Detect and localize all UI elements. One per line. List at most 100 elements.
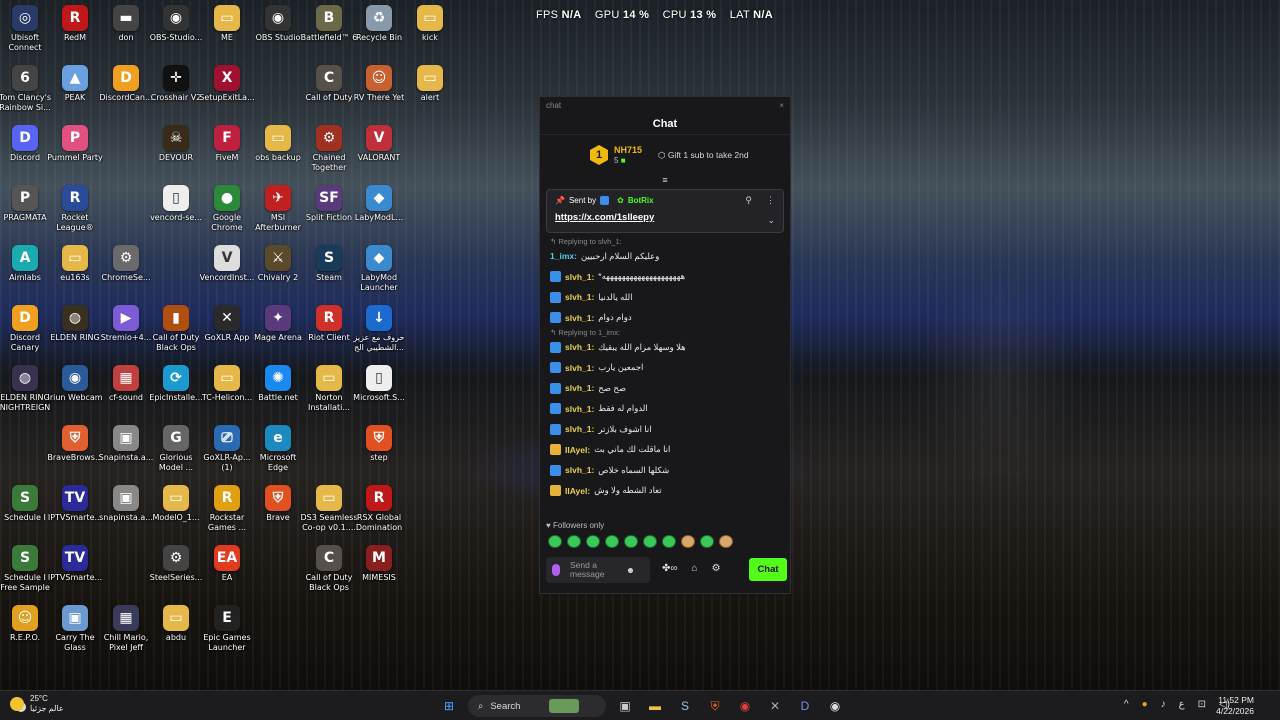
desktop-icon[interactable]: ◉ Iriun Webcam: [46, 365, 104, 425]
chat-username[interactable]: slvh_1:: [565, 292, 594, 302]
pinned-link[interactable]: https://x.com/1slleepy: [555, 212, 775, 223]
desktop-icon[interactable]: ▲ PEAK: [46, 65, 104, 125]
desktop-icon[interactable]: V VALORANT: [350, 125, 408, 185]
taskbar-search[interactable]: ⌕ Search: [468, 695, 606, 717]
chat-username[interactable]: slvh_1:: [565, 313, 594, 323]
file-explorer-icon[interactable]: ▬: [644, 695, 666, 717]
chat-username[interactable]: slvh_1:: [565, 383, 594, 393]
gift-leaderboard[interactable]: 1 NH715 5 ■ ⬡ Gift 1 sub to take 2nd: [540, 135, 790, 175]
chat-message[interactable]: 1_imx: وعليكم السلام ارحبيين: [550, 246, 780, 267]
settings-icon[interactable]: ⚙: [712, 563, 721, 574]
emote-icon[interactable]: [662, 535, 676, 548]
desktop-icon[interactable]: ▯ Microsoft.S...: [350, 365, 408, 425]
emote-icon[interactable]: [681, 535, 695, 548]
emote-icon[interactable]: [605, 535, 619, 548]
desktop-icon[interactable]: ↓ حروف مع عزيز الشطيبي الج...: [350, 305, 408, 365]
emote-icon[interactable]: [643, 535, 657, 548]
goxlr-taskbar-icon[interactable]: ✕: [764, 695, 786, 717]
filter-icon[interactable]: ≡: [540, 175, 790, 187]
desktop-icon[interactable]: R RedM: [46, 5, 104, 65]
chevron-down-icon[interactable]: ⌄: [767, 215, 775, 226]
chat-input[interactable]: Send a message ☻: [546, 557, 650, 583]
desktop-icon[interactable]: P Pummel Party: [46, 125, 104, 185]
desktop-icon[interactable]: V VencordInst...: [198, 245, 256, 305]
desktop-icon[interactable]: ◍ ELDEN RING: [46, 305, 104, 365]
chat-message[interactable]: slvh_1: اجمعين يارب: [550, 358, 780, 379]
desktop-icon[interactable]: ⚔ Chivalry 2: [249, 245, 307, 305]
chat-username[interactable]: slvh_1:: [565, 342, 594, 352]
chat-message[interactable]: slvh_1: شكلها السماه خلاص: [550, 460, 780, 481]
desktop-icon[interactable]: ⛨ BraveBrows...: [46, 425, 104, 485]
desktop-icon[interactable]: ◉ OBS Studio: [249, 5, 307, 65]
desktop-icon[interactable]: M MIMESIS: [350, 545, 408, 605]
obs-taskbar-icon[interactable]: ◉: [824, 695, 846, 717]
microphone-icon[interactable]: [552, 564, 560, 576]
desktop-icon[interactable]: ✦ Mage Arena: [249, 305, 307, 365]
send-chat-button[interactable]: Chat: [749, 558, 787, 581]
desktop-icon[interactable]: ▭ abdu: [147, 605, 205, 665]
desktop-icon[interactable]: ✛ Crosshair V2: [147, 65, 205, 125]
chat-username[interactable]: IIAyel:: [565, 486, 590, 496]
chat-username[interactable]: slvh_1:: [565, 404, 594, 414]
close-button[interactable]: ×: [779, 101, 784, 110]
desktop-icon[interactable]: TV IPTVSmarte...: [46, 545, 104, 605]
desktop-icon[interactable]: ✕ GoXLR App: [198, 305, 256, 365]
chat-username[interactable]: slvh_1:: [565, 363, 594, 373]
desktop-icon[interactable]: ⛨ step: [350, 425, 408, 485]
desktop-icon[interactable]: ⚙ ChromeSe...: [97, 245, 155, 305]
desktop-icon[interactable]: ▭ obs backup: [249, 125, 307, 185]
desktop-icon[interactable]: ▯ vencord-se...: [147, 185, 205, 245]
desktop-icon[interactable]: ◆ LabyModL...: [350, 185, 408, 245]
chat-message[interactable]: IIAyel: تعاد الشطه ولا وش: [550, 481, 780, 502]
chat-message[interactable]: slvh_1: دوام دوام: [550, 308, 780, 329]
chat-username[interactable]: slvh_1:: [565, 424, 594, 434]
reply-context[interactable]: ↰ Replying to slvh_1:: [550, 237, 780, 246]
desktop-icon[interactable]: F FiveM: [198, 125, 256, 185]
emote-icon[interactable]: [548, 535, 562, 548]
desktop-icon[interactable]: EA EA: [198, 545, 256, 605]
gift-prompt[interactable]: ⬡ Gift 1 sub to take 2nd: [658, 150, 749, 161]
desktop-icon[interactable]: E Epic Games Launcher: [198, 605, 256, 665]
chrome-taskbar-icon[interactable]: ◉: [734, 695, 756, 717]
desktop-icon[interactable]: G Glorious Model ...: [147, 425, 205, 485]
emote-icon[interactable]: [719, 535, 733, 548]
unpin-icon[interactable]: ⚲: [745, 195, 752, 206]
weather-widget[interactable]: 25°C عالم جزئيا: [10, 694, 64, 714]
desktop-icon[interactable]: ⟳ EpicInstalle...: [147, 365, 205, 425]
emoji-icon[interactable]: ☻: [626, 565, 635, 575]
chat-message[interactable]: slvh_1: انا اشوف بلازتر: [550, 419, 780, 440]
desktop-icon[interactable]: R Rocket League®: [46, 185, 104, 245]
tray-chevron-icon[interactable]: ^: [1124, 699, 1129, 710]
clock[interactable]: 11:52 PM 4/22/2026: [1216, 695, 1254, 717]
task-view-icon[interactable]: ▣: [614, 695, 636, 717]
brave-taskbar-icon[interactable]: ⛨: [704, 695, 726, 717]
desktop-icon[interactable]: ◉ OBS-Studio...: [147, 5, 205, 65]
desktop-icon[interactable]: ⚙ SteelSeries...: [147, 545, 205, 605]
emote-picker-icon[interactable]: ✤∞: [662, 563, 678, 574]
chat-username[interactable]: slvh_1:: [565, 272, 594, 282]
tray-app-icon[interactable]: ●: [1142, 699, 1148, 710]
chat-message[interactable]: slvh_1: *ههههههههههههههههههههه: [550, 267, 780, 288]
reply-context[interactable]: ↰ Replying to 1_imx:: [550, 328, 780, 337]
emote-icon[interactable]: [624, 535, 638, 548]
emote-icon[interactable]: [567, 535, 581, 548]
pinned-message[interactable]: 📌 Sent by ✿ BotRix https://x.com/1slleep…: [546, 189, 784, 233]
tray-mic-icon[interactable]: ♪: [1161, 699, 1166, 710]
store-icon[interactable]: ⌂: [692, 563, 698, 574]
desktop-icon[interactable]: ▭ alert: [401, 65, 459, 125]
desktop-icon[interactable]: ✈ MSI Afterburner: [249, 185, 307, 245]
chat-message[interactable]: slvh_1: صح صح: [550, 378, 780, 399]
desktop-icon[interactable]: R RSX Global Domination: [350, 485, 408, 545]
desktop-icon[interactable]: ☠ DEVOUR: [147, 125, 205, 185]
desktop-icon[interactable]: R Rockstar Games ...: [198, 485, 256, 545]
chat-titlebar[interactable]: chat ×: [540, 97, 790, 113]
steam-taskbar-icon[interactable]: S: [674, 695, 696, 717]
desktop-icon[interactable]: ▭ ModelO_1...: [147, 485, 205, 545]
desktop-icon[interactable]: X SetupExitLa...: [198, 65, 256, 125]
desktop-icon[interactable]: ▭ ME: [198, 5, 256, 65]
start-icon[interactable]: ⊞: [438, 695, 460, 717]
desktop-icon[interactable]: ▮ Call of Duty Black Ops: [147, 305, 205, 365]
desktop-icon[interactable]: ▭ TC-Helicon...: [198, 365, 256, 425]
desktop-icon[interactable]: ☺ RV There Yet: [350, 65, 408, 125]
desktop-icon[interactable]: ♻ Recycle Bin: [350, 5, 408, 65]
